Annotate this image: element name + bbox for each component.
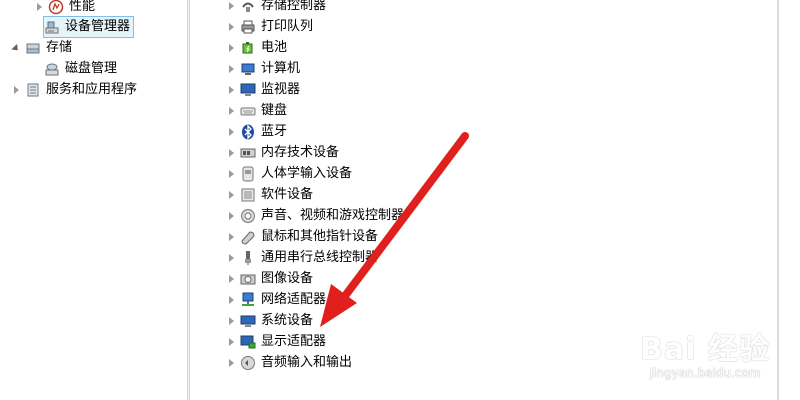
device-category-label: 声音、视频和游戏控制器 <box>261 208 405 223</box>
display-adapter-icon <box>240 334 256 350</box>
device-category-label: 存储控制器 <box>261 0 327 13</box>
device-category-label: 内存技术设备 <box>261 145 340 160</box>
device-manager-icon <box>44 19 60 35</box>
printer-icon <box>240 19 256 35</box>
device-category-row[interactable]: 打印队列 <box>226 17 313 37</box>
expand-arrow-icon[interactable] <box>226 1 236 11</box>
expand-arrow-icon[interactable] <box>226 85 236 95</box>
tree-item-services-apps[interactable]: 服务和应用程序 <box>11 80 137 100</box>
tree-item-label: 磁盘管理 <box>65 61 118 76</box>
tree-item-label: 存储 <box>46 40 73 55</box>
expand-arrow-icon[interactable] <box>226 337 236 347</box>
tree-item-label: 性能 <box>69 0 96 14</box>
keyboard-icon <box>240 103 256 119</box>
expand-arrow-icon[interactable] <box>226 148 236 158</box>
expand-arrow-icon[interactable] <box>226 295 236 305</box>
tree-item-storage[interactable]: 存储 <box>11 38 72 58</box>
device-category-row[interactable]: 系统设备 <box>226 311 313 331</box>
tree-item-performance[interactable]: 性能 <box>34 0 95 17</box>
expand-arrow-icon[interactable] <box>226 274 236 284</box>
expand-arrow-icon[interactable] <box>226 127 236 137</box>
battery-icon <box>240 40 256 56</box>
device-category-row[interactable]: 蓝牙 <box>226 122 287 142</box>
device-category-row[interactable]: 声音、视频和游戏控制器 <box>226 206 404 226</box>
tree-item-device-manager[interactable]: 设备管理器 <box>42 16 135 38</box>
sound-icon <box>240 208 256 224</box>
expand-arrow-icon[interactable] <box>226 43 236 53</box>
disk-management-icon <box>44 61 60 77</box>
watermark-brand: Bai 经验 <box>640 332 770 367</box>
expand-arrow-icon[interactable] <box>226 22 236 32</box>
device-category-row[interactable]: 显示适配器 <box>226 332 326 352</box>
device-category-row[interactable]: 计算机 <box>226 59 300 79</box>
device-category-row[interactable]: 电池 <box>226 38 287 58</box>
device-category-row[interactable]: 图像设备 <box>226 269 313 289</box>
device-category-row[interactable]: 软件设备 <box>226 185 313 205</box>
performance-icon <box>48 0 64 15</box>
expand-arrow-icon[interactable] <box>226 190 236 200</box>
software-device-icon <box>240 187 256 203</box>
device-category-row[interactable]: 音频输入和输出 <box>226 353 352 373</box>
device-category-label: 系统设备 <box>261 313 314 328</box>
device-category-label: 音频输入和输出 <box>261 355 353 370</box>
device-category-row[interactable]: 内存技术设备 <box>226 143 339 163</box>
expand-arrow-icon[interactable] <box>226 64 236 74</box>
watermark-url: jingyan.baidu.com <box>649 366 761 380</box>
audio-io-icon <box>240 355 256 371</box>
tree-item-label: 服务和应用程序 <box>46 82 138 97</box>
computer-icon <box>240 61 256 77</box>
network-adapter-icon <box>240 292 256 308</box>
expand-arrow-icon[interactable] <box>11 85 21 95</box>
tree-item-disk-management[interactable]: 磁盘管理 <box>44 59 117 79</box>
device-category-label: 键盘 <box>261 103 288 118</box>
monitor-icon <box>240 82 256 98</box>
device-category-label: 软件设备 <box>261 187 314 202</box>
expand-arrow-icon[interactable] <box>226 316 236 326</box>
expand-arrow-icon[interactable] <box>226 232 236 242</box>
expand-arrow-icon[interactable] <box>34 2 44 12</box>
device-category-label: 监视器 <box>261 82 301 97</box>
camera-icon <box>240 271 256 287</box>
device-category-row[interactable]: 鼠标和其他指针设备 <box>226 227 378 247</box>
device-category-label: 蓝牙 <box>261 124 288 139</box>
bluetooth-icon <box>240 124 256 140</box>
device-category-row[interactable]: 存储控制器 <box>226 0 326 16</box>
scrollbar-track[interactable] <box>779 0 800 400</box>
device-category-row[interactable]: 人体学输入设备 <box>226 164 352 184</box>
system-device-icon <box>240 313 256 329</box>
device-category-row[interactable]: 通用串行总线控制器 <box>226 248 378 268</box>
storage-controller-icon <box>240 0 256 14</box>
watermark: Bai 经验 jingyan.baidu.com <box>640 324 770 380</box>
usb-icon <box>240 250 256 266</box>
device-category-label: 鼠标和其他指针设备 <box>261 229 379 244</box>
expand-arrow-icon[interactable] <box>226 106 236 116</box>
device-category-label: 计算机 <box>261 61 301 76</box>
hid-icon <box>240 166 256 182</box>
services-apps-icon <box>25 82 41 98</box>
left-tree-pane: 性能 设备管理器 存储 磁盘管理 服务和应用程序 <box>0 0 187 400</box>
device-category-label: 显示适配器 <box>261 334 327 349</box>
storage-icon <box>25 40 41 56</box>
expand-arrow-icon[interactable] <box>226 169 236 179</box>
device-category-row[interactable]: 网络适配器 <box>226 290 326 310</box>
device-category-label: 打印队列 <box>261 19 314 34</box>
collapse-arrow-icon[interactable] <box>11 43 21 53</box>
device-category-label: 图像设备 <box>261 271 314 286</box>
device-category-row[interactable]: 键盘 <box>226 101 287 121</box>
expand-arrow-icon[interactable] <box>226 358 236 368</box>
expand-arrow-icon[interactable] <box>226 253 236 263</box>
device-category-label: 电池 <box>261 40 288 55</box>
tree-item-label: 设备管理器 <box>65 19 131 34</box>
device-category-label: 通用串行总线控制器 <box>261 250 379 265</box>
memory-device-icon <box>240 145 256 161</box>
device-category-label: 网络适配器 <box>261 292 327 307</box>
mouse-icon <box>240 229 256 245</box>
expand-arrow-icon[interactable] <box>226 211 236 221</box>
device-category-label: 人体学输入设备 <box>261 166 353 181</box>
device-category-row[interactable]: 监视器 <box>226 80 300 100</box>
